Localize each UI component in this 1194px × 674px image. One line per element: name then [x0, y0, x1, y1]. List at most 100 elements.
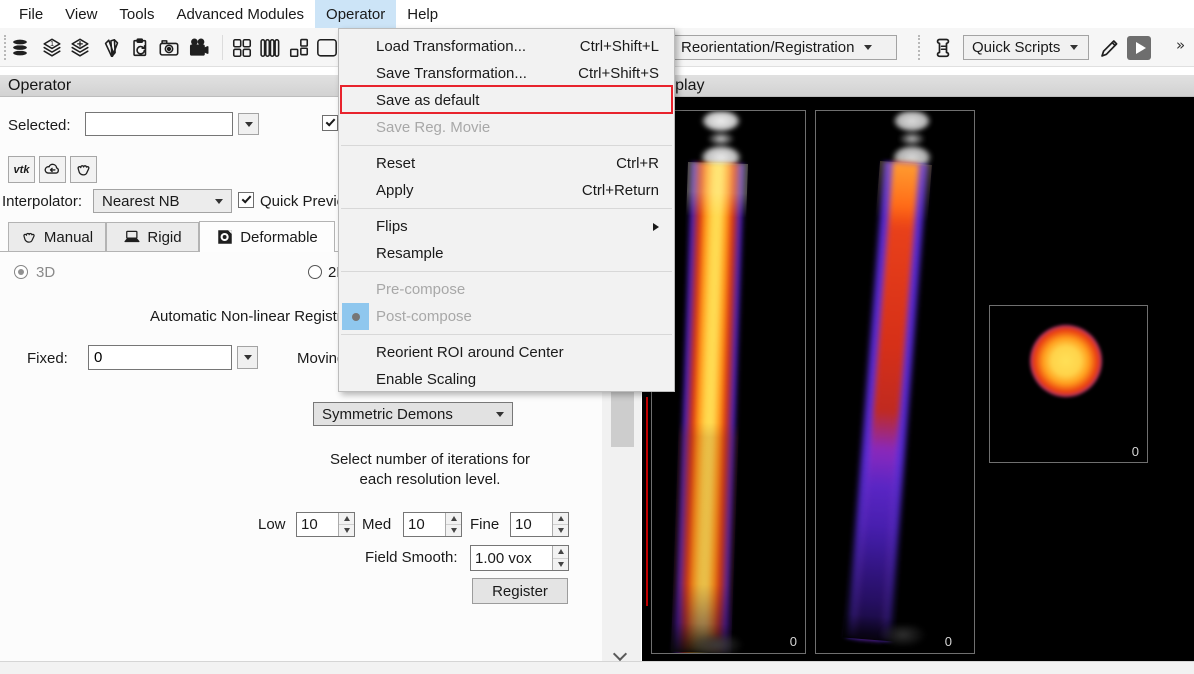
operator-dropdown-menu: Load Transformation... Ctrl+Shift+L Save… — [338, 28, 675, 392]
layout-single-icon[interactable] — [315, 36, 339, 60]
quick-scripts-dropdown[interactable]: Quick Scripts — [963, 35, 1089, 60]
viewport-coronal-moving[interactable]: 0 — [815, 110, 975, 654]
spinner-buttons[interactable] — [552, 513, 568, 536]
menu-item-shortcut: Ctrl+R — [588, 155, 659, 172]
menu-item-label: Flips — [376, 218, 408, 235]
menu-item-flips[interactable]: Flips — [339, 213, 674, 240]
iterations-hint-line2: each resolution level. — [260, 471, 600, 488]
spinner-buttons[interactable] — [552, 546, 568, 570]
scroll-down-icon[interactable] — [613, 647, 627, 661]
selected-checkbox[interactable] — [322, 115, 338, 131]
chevron-down-icon — [245, 122, 253, 127]
layout-mixed-icon[interactable] — [287, 36, 311, 60]
check-icon — [326, 117, 336, 127]
cloud-reset-icon — [43, 160, 62, 179]
fixed-input[interactable] — [88, 345, 232, 370]
cloud-reset-button[interactable] — [39, 156, 66, 183]
spin-up-icon — [451, 516, 457, 521]
layout-grid-2x2-icon[interactable] — [230, 36, 254, 60]
chevron-down-icon — [215, 199, 223, 204]
menu-item-label: Save Transformation... — [376, 65, 527, 82]
fine-spinner[interactable]: 10 — [510, 512, 569, 537]
med-spinner[interactable]: 10 — [403, 512, 462, 537]
register-button-label: Register — [492, 583, 548, 600]
play-icon — [1136, 42, 1146, 54]
hand-icon — [21, 229, 38, 246]
toolbar-overflow-chevron[interactable]: » — [1176, 36, 1185, 54]
viewport-axial[interactable]: 0 — [989, 305, 1148, 463]
layout-columns-icon[interactable] — [258, 36, 282, 60]
menu-item-label: Resample — [376, 245, 444, 262]
svg-text:1: 1 — [50, 41, 54, 48]
menu-item-save-transformation[interactable]: Save Transformation... Ctrl+Shift+S — [339, 60, 674, 87]
field-smooth-spinner[interactable]: 1.00 vox — [470, 545, 569, 571]
menu-item-reset[interactable]: Reset Ctrl+R — [339, 150, 674, 177]
menu-item-apply[interactable]: Apply Ctrl+Return — [339, 177, 674, 204]
interpolator-value: Nearest NB — [102, 193, 180, 210]
clipboard-sync-icon[interactable] — [128, 36, 152, 60]
workflow-dropdown[interactable]: Reorientation/Registration — [672, 35, 897, 60]
layers-plus-icon[interactable] — [68, 36, 92, 60]
menu-item-load-transformation[interactable]: Load Transformation... Ctrl+Shift+L — [339, 33, 674, 60]
viewport-red-indicator — [646, 397, 648, 606]
viewport-corner-label: 0 — [1132, 444, 1139, 459]
interpolator-dropdown[interactable]: Nearest NB — [93, 189, 232, 213]
pencil-icon[interactable] — [1097, 36, 1121, 60]
tab-rigid[interactable]: Rigid — [106, 222, 199, 252]
selected-dropdown-button[interactable] — [238, 113, 259, 135]
toolbar-grip[interactable] — [4, 35, 6, 60]
fine-value: 10 — [511, 513, 552, 536]
menu-view[interactable]: View — [54, 0, 108, 28]
tab-deformable[interactable]: Deformable — [199, 221, 335, 252]
image-viewer[interactable]: 5 0 0 0 — [642, 97, 1194, 661]
menu-item-reorient-roi[interactable]: Reorient ROI around Center — [339, 339, 674, 366]
menu-help[interactable]: Help — [396, 0, 449, 28]
mode-3d-radio[interactable] — [14, 265, 28, 279]
selected-input[interactable] — [85, 112, 233, 136]
toolbar-separator — [222, 35, 223, 60]
spin-down-icon — [344, 528, 350, 533]
spinner-buttons[interactable] — [445, 513, 461, 536]
hand-icon — [75, 161, 93, 179]
run-script-button[interactable] — [1127, 36, 1151, 60]
fine-label: Fine — [470, 516, 499, 533]
menu-item-shortcut: Ctrl+Shift+L — [552, 38, 659, 55]
spin-up-icon — [558, 516, 564, 521]
vtk-button[interactable]: vtk — [8, 156, 35, 183]
menu-advanced-modules[interactable]: Advanced Modules — [165, 0, 315, 28]
phantom-axial-image — [1030, 325, 1102, 397]
hand-tool-button[interactable] — [70, 156, 97, 183]
database-icon[interactable] — [8, 36, 32, 60]
menu-operator[interactable]: Operator — [315, 0, 396, 28]
method-dropdown-value: Symmetric Demons — [322, 406, 453, 423]
spin-down-icon — [558, 528, 564, 533]
layers-one-icon[interactable]: 1 — [40, 36, 64, 60]
mode-2d-radio[interactable] — [308, 265, 322, 279]
video-camera-icon[interactable] — [187, 36, 211, 60]
menu-item-label: Pre-compose — [376, 281, 465, 298]
display-panel-header: Display — [641, 75, 1194, 97]
low-spinner[interactable]: 10 — [296, 512, 355, 537]
toolbar-grip[interactable] — [918, 35, 920, 60]
menu-tools[interactable]: Tools — [108, 0, 165, 28]
quick-preview-checkbox[interactable] — [238, 192, 254, 208]
phantom-base-image — [682, 635, 752, 654]
phantom-base-image — [872, 625, 934, 653]
method-dropdown[interactable]: Symmetric Demons — [313, 402, 513, 426]
selected-label: Selected: — [8, 117, 71, 134]
radio-selected-icon — [342, 303, 369, 330]
menu-file[interactable]: File — [8, 0, 54, 28]
fixed-dropdown-button[interactable] — [237, 346, 258, 369]
spin-up-icon — [558, 549, 564, 554]
register-button[interactable]: Register — [472, 578, 568, 604]
camera-icon[interactable] — [157, 36, 181, 60]
tab-manual[interactable]: Manual — [8, 222, 106, 252]
menu-item-enable-scaling[interactable]: Enable Scaling — [339, 366, 674, 393]
chevron-down-icon — [1070, 45, 1078, 50]
spin-down-icon — [451, 528, 457, 533]
menu-item-resample[interactable]: Resample — [339, 240, 674, 267]
cards-fan-icon[interactable] — [100, 36, 124, 60]
fixed-label: Fixed: — [27, 350, 68, 367]
script-scroll-icon[interactable] — [931, 36, 955, 60]
spinner-buttons[interactable] — [338, 513, 354, 536]
